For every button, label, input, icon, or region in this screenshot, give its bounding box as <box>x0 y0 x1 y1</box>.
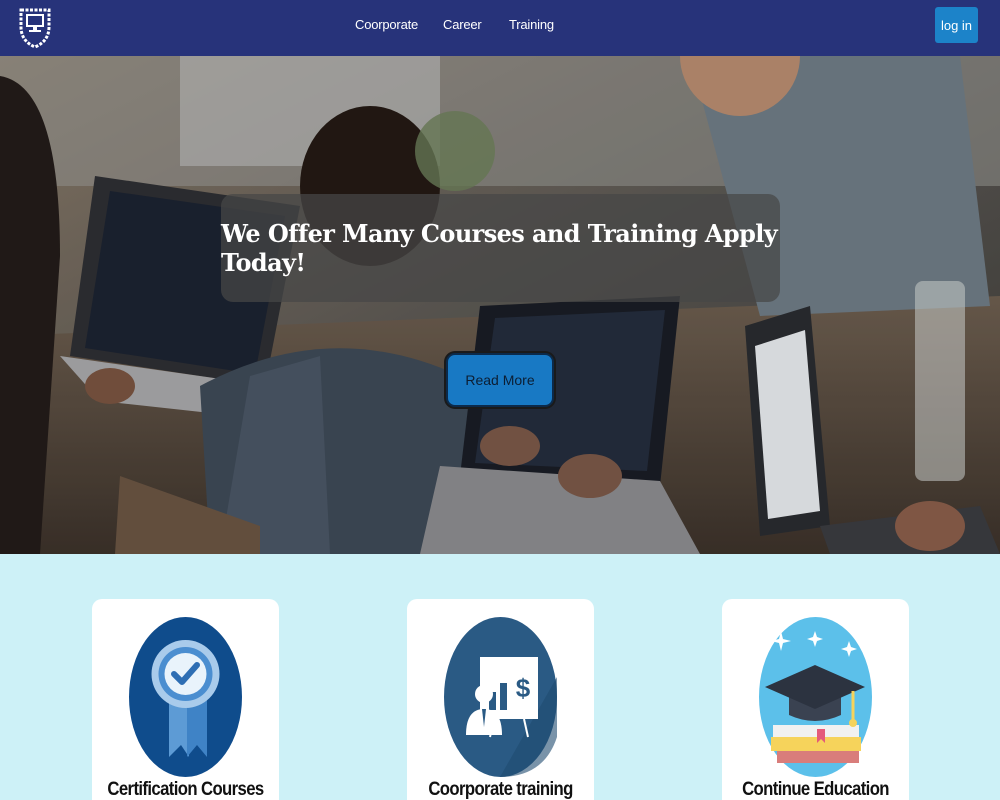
nav-link-coorporate[interactable]: Coorporate <box>355 17 418 32</box>
nav-link-career[interactable]: Career <box>443 17 482 32</box>
card-continue-education[interactable]: Continue Education <box>722 599 909 800</box>
hero-background-image <box>0 56 1000 554</box>
card-certification-courses[interactable]: Certification Courses <box>92 599 279 800</box>
hero-title: We Offer Many Courses and Training Apply… <box>221 219 778 277</box>
nav-link-training[interactable]: Training <box>509 17 554 32</box>
features-section: Certification Courses $ Coorporate train… <box>0 554 1000 800</box>
hero-section: We Offer Many Courses and Training Apply… <box>0 56 1000 554</box>
card-title: Coorporate training <box>428 779 573 800</box>
graduation-cap-icon <box>759 617 872 777</box>
read-more-button[interactable]: Read More <box>446 353 554 407</box>
certificate-badge-icon <box>129 617 242 777</box>
nav-menu: Coorporate Career Training <box>0 0 1000 56</box>
card-coorporate-training[interactable]: $ Coorporate training <box>407 599 594 800</box>
presentation-board-icon: $ <box>444 617 557 777</box>
svg-text:$: $ <box>516 673 531 703</box>
login-button[interactable]: log in <box>935 7 978 43</box>
card-title: Continue Education <box>742 779 889 800</box>
card-title: Certification Courses <box>107 779 264 800</box>
navbar: Coorporate Career Training log in <box>0 0 1000 56</box>
hero-banner: We Offer Many Courses and Training Apply… <box>221 194 780 302</box>
